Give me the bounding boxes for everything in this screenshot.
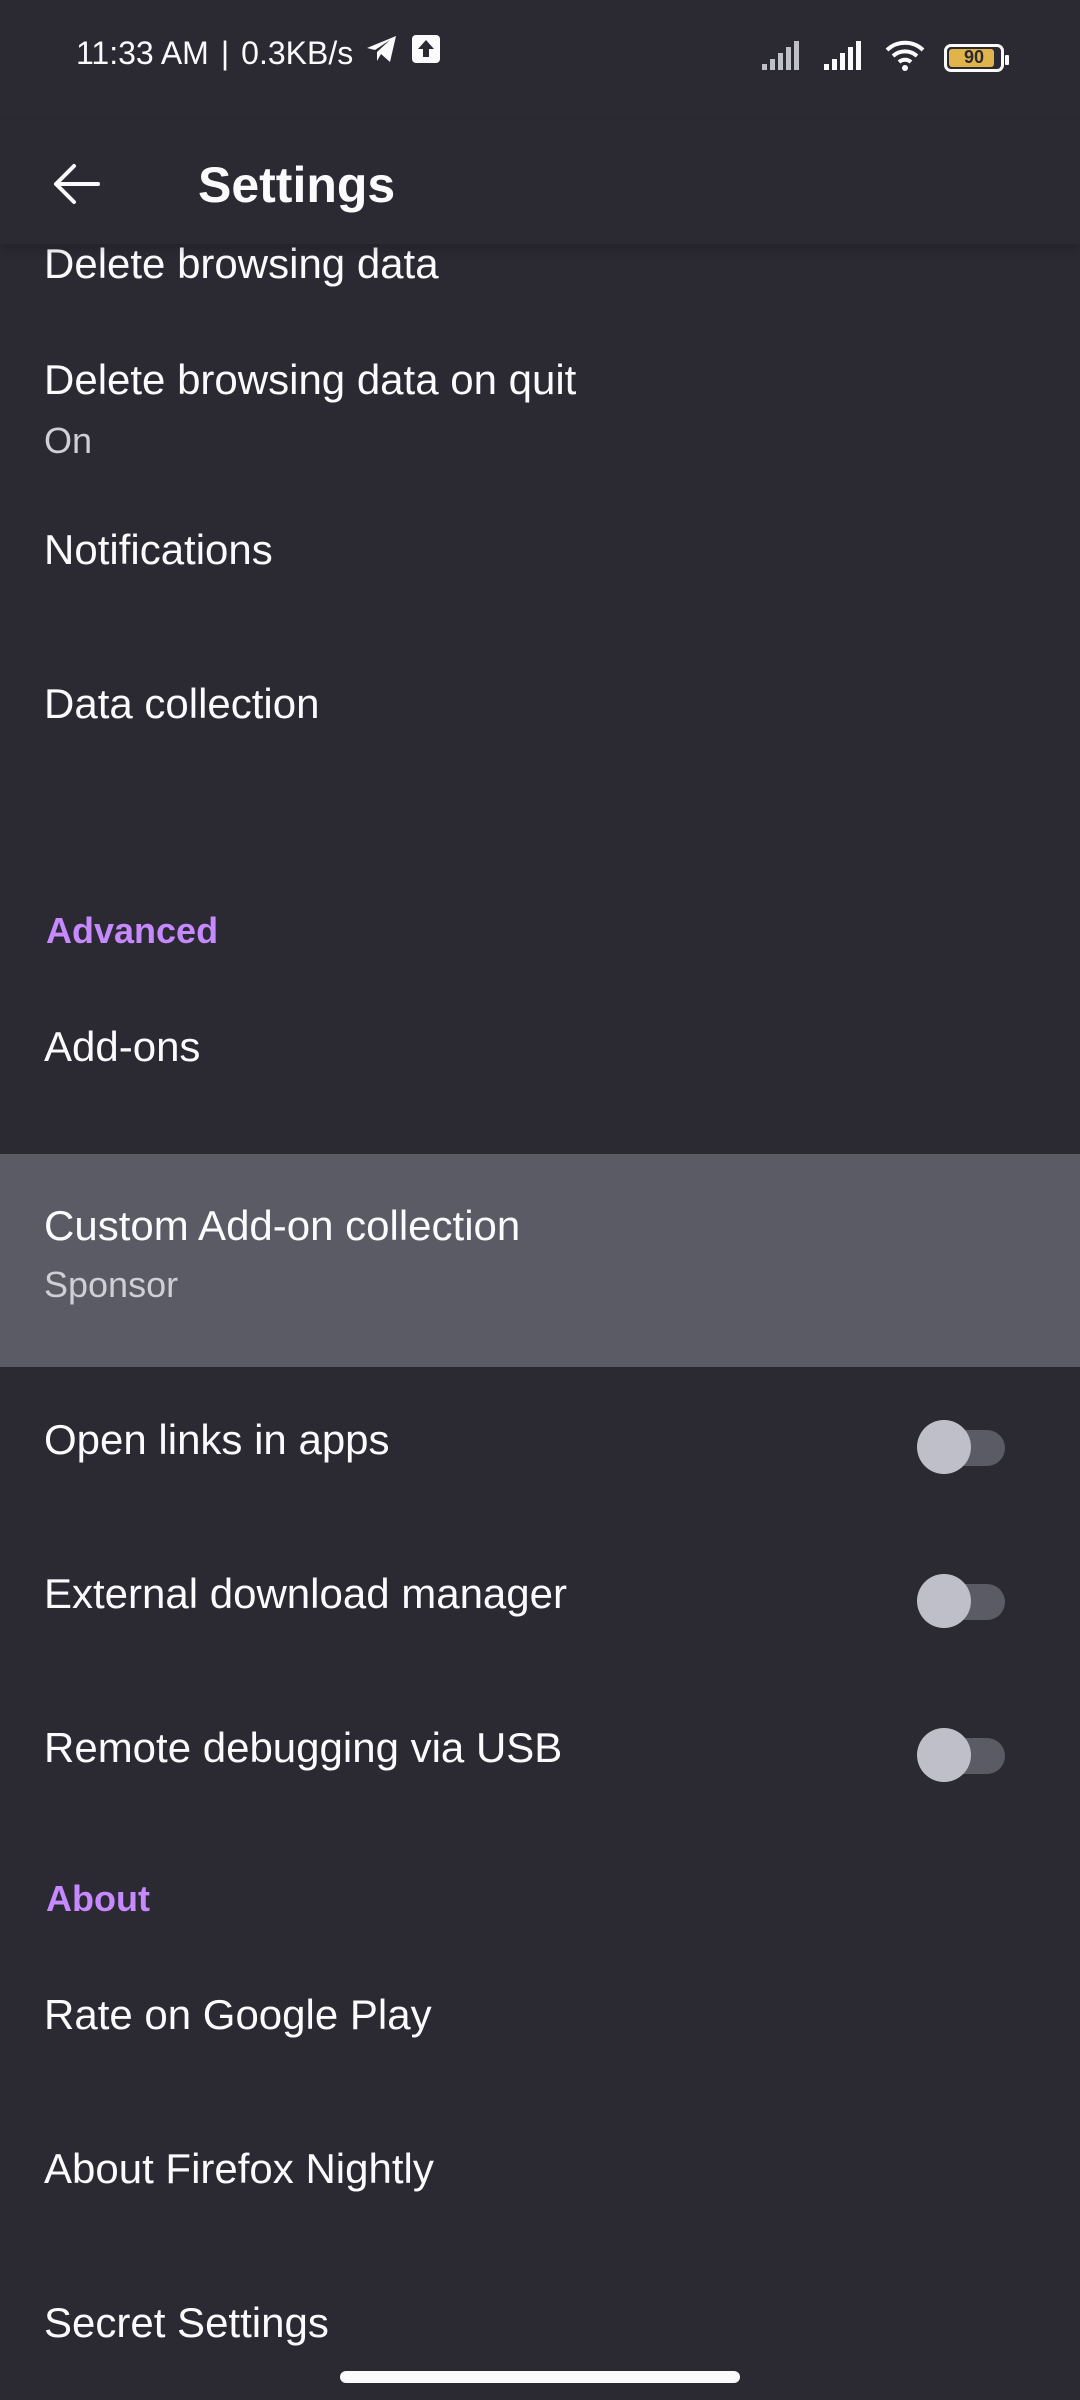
pref-delete-browsing-data-on-quit[interactable]: Delete browsing data on quit On xyxy=(0,318,1080,472)
upload-notification-icon xyxy=(411,34,441,72)
pref-summary: On xyxy=(44,420,93,461)
pref-about-firefox-nightly[interactable]: About Firefox Nightly xyxy=(0,2096,1080,2250)
pref-title: Rate on Google Play xyxy=(44,1991,432,2038)
pref-summary: Sponsor xyxy=(44,1264,179,1305)
section-header-about: About xyxy=(46,1878,150,1919)
battery-level: 90 xyxy=(963,47,985,67)
pref-title: About Firefox Nightly xyxy=(44,2145,434,2192)
status-bar: 11:33 AM | 0.3KB/s 90 xyxy=(0,0,1080,120)
app-bar: Settings xyxy=(0,120,1080,244)
pref-title: External download manager xyxy=(44,1570,567,1617)
back-button[interactable] xyxy=(40,150,112,222)
status-left: 11:33 AM | 0.3KB/s xyxy=(76,34,441,72)
pref-custom-add-on-collection[interactable]: Custom Add-on collection Sponsor xyxy=(0,1154,1080,1367)
signal-icon-2 xyxy=(822,38,866,77)
telegram-icon xyxy=(365,34,399,72)
pref-title: Open links in apps xyxy=(44,1416,390,1463)
pref-title: Delete browsing data xyxy=(44,244,439,287)
toggle-external-download-manager[interactable] xyxy=(917,1566,1005,1628)
pref-title: Custom Add-on collection xyxy=(44,1202,521,1249)
status-time: 11:33 AM xyxy=(76,34,209,71)
pref-title: Delete browsing data on quit xyxy=(44,356,577,403)
pref-title: Data collection xyxy=(44,680,320,727)
pref-add-ons[interactable]: Add-ons xyxy=(0,974,1080,1128)
settings-list[interactable]: Delete browsing data Delete browsing dat… xyxy=(0,244,1080,2400)
section-header-advanced: Advanced xyxy=(46,910,219,951)
toggle-remote-debugging-via-usb[interactable] xyxy=(917,1720,1005,1782)
pref-open-links-in-apps[interactable]: Open links in apps xyxy=(0,1367,1080,1521)
status-net-speed: 0.3KB/s xyxy=(241,34,354,71)
pref-remote-debugging-via-usb[interactable]: Remote debugging via USB xyxy=(0,1675,1080,1829)
status-separator: | xyxy=(220,34,230,71)
battery-icon: 90 xyxy=(944,43,1009,72)
status-right: 90 xyxy=(760,38,1009,77)
pref-title: Secret Settings xyxy=(44,2299,329,2346)
page-title: Settings xyxy=(198,157,396,213)
pref-delete-browsing-data[interactable]: Delete browsing data xyxy=(0,244,1080,318)
wifi-icon xyxy=(884,38,926,77)
pref-title: Add-ons xyxy=(44,1023,201,1070)
pref-title: Notifications xyxy=(44,526,273,573)
arrow-back-icon xyxy=(48,156,104,217)
pref-notifications[interactable]: Notifications xyxy=(0,472,1080,626)
pref-data-collection[interactable]: Data collection xyxy=(0,626,1080,780)
toggle-thumb xyxy=(917,1574,971,1628)
pref-title: Remote debugging via USB xyxy=(44,1724,563,1771)
pref-rate-on-google-play[interactable]: Rate on Google Play xyxy=(0,1942,1080,2096)
gesture-navigation-bar[interactable] xyxy=(340,2371,740,2383)
toggle-thumb xyxy=(917,1420,971,1474)
pref-external-download-manager[interactable]: External download manager xyxy=(0,1521,1080,1675)
toggle-open-links-in-apps[interactable] xyxy=(917,1412,1005,1474)
battery-cap xyxy=(1005,54,1009,65)
toggle-thumb xyxy=(917,1728,971,1782)
signal-icon xyxy=(760,38,804,77)
